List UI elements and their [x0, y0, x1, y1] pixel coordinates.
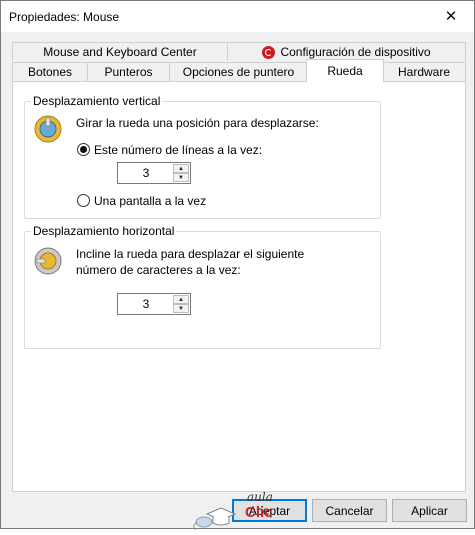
tab-rueda[interactable]: Rueda	[306, 59, 384, 82]
lines-stepper[interactable]: 3 ▲ ▼	[117, 162, 191, 184]
chars-value[interactable]: 3	[118, 294, 174, 314]
tab-label: Botones	[27, 65, 73, 79]
lines-value[interactable]: 3	[118, 163, 174, 183]
mouse-wheel-icon	[34, 247, 62, 275]
tab-botones[interactable]: Botones	[12, 62, 88, 81]
tab-label: Rueda	[327, 64, 363, 78]
group-legend: Desplazamiento vertical	[31, 94, 163, 108]
cancel-button-label: Cancelar	[325, 503, 374, 518]
spin-down-button[interactable]: ▼	[173, 304, 189, 313]
tab-panel-rueda: Desplazamiento vertical Girar la rueda u…	[12, 81, 466, 531]
vertical-instruction: Girar la rueda una posición para desplaz…	[76, 116, 319, 130]
vertical-scroll-group: Desplazamiento vertical Girar la rueda u…	[24, 94, 381, 219]
close-icon: ✕	[444, 8, 458, 25]
tab-label: Configuración de dispositivo	[280, 45, 431, 59]
mouse-wheel-icon	[34, 115, 62, 143]
mouse-properties-window: Propiedades: Mouse ✕ Mouse and Keyboard …	[0, 0, 475, 531]
tab-label: Punteros	[104, 65, 153, 79]
lines-radio[interactable]	[77, 143, 90, 156]
spin-up-button[interactable]: ▲	[173, 164, 189, 173]
apply-button[interactable]: Aplicar	[392, 499, 467, 522]
horizontal-instruction-line2: número de caracteres a la vez:	[76, 263, 241, 277]
tab-mouse-keyboard-center[interactable]: Mouse and Keyboard Center	[12, 42, 228, 61]
close-button[interactable]: ✕	[428, 1, 474, 31]
device-settings-icon	[262, 45, 276, 59]
tab-label: Opciones de puntero	[182, 65, 295, 79]
horizontal-instruction-line1: Incline la rueda para desplazar el sigui…	[76, 247, 305, 261]
group-legend: Desplazamiento horizontal	[31, 224, 177, 238]
spin-down-button[interactable]: ▼	[173, 173, 189, 182]
cancel-button[interactable]: Cancelar	[312, 499, 387, 522]
apply-button-label: Aplicar	[411, 503, 448, 518]
aulaclic-logo: aula Clic	[193, 490, 283, 532]
tab-label: Hardware	[397, 65, 451, 79]
lines-radio-label: Este número de líneas a la vez:	[94, 143, 263, 157]
screen-radio[interactable]	[77, 194, 90, 207]
spin-up-button[interactable]: ▲	[173, 295, 189, 304]
title-bar: Propiedades: Mouse ✕	[1, 1, 474, 32]
window-title: Propiedades: Mouse	[9, 10, 120, 24]
logo-text-top: aula	[247, 490, 273, 504]
chars-stepper[interactable]: 3 ▲ ▼	[117, 293, 191, 315]
tab-opciones-de-puntero[interactable]: Opciones de puntero	[169, 62, 308, 81]
tab-punteros[interactable]: Punteros	[87, 62, 170, 81]
horizontal-scroll-group: Desplazamiento horizontal Incline la rue…	[24, 224, 381, 349]
tab-hardware[interactable]: Hardware	[382, 62, 466, 81]
tab-label: Mouse and Keyboard Center	[43, 45, 197, 59]
screen-radio-label: Una pantalla a la vez	[94, 194, 207, 208]
logo-text-bottom: Clic	[245, 504, 273, 521]
